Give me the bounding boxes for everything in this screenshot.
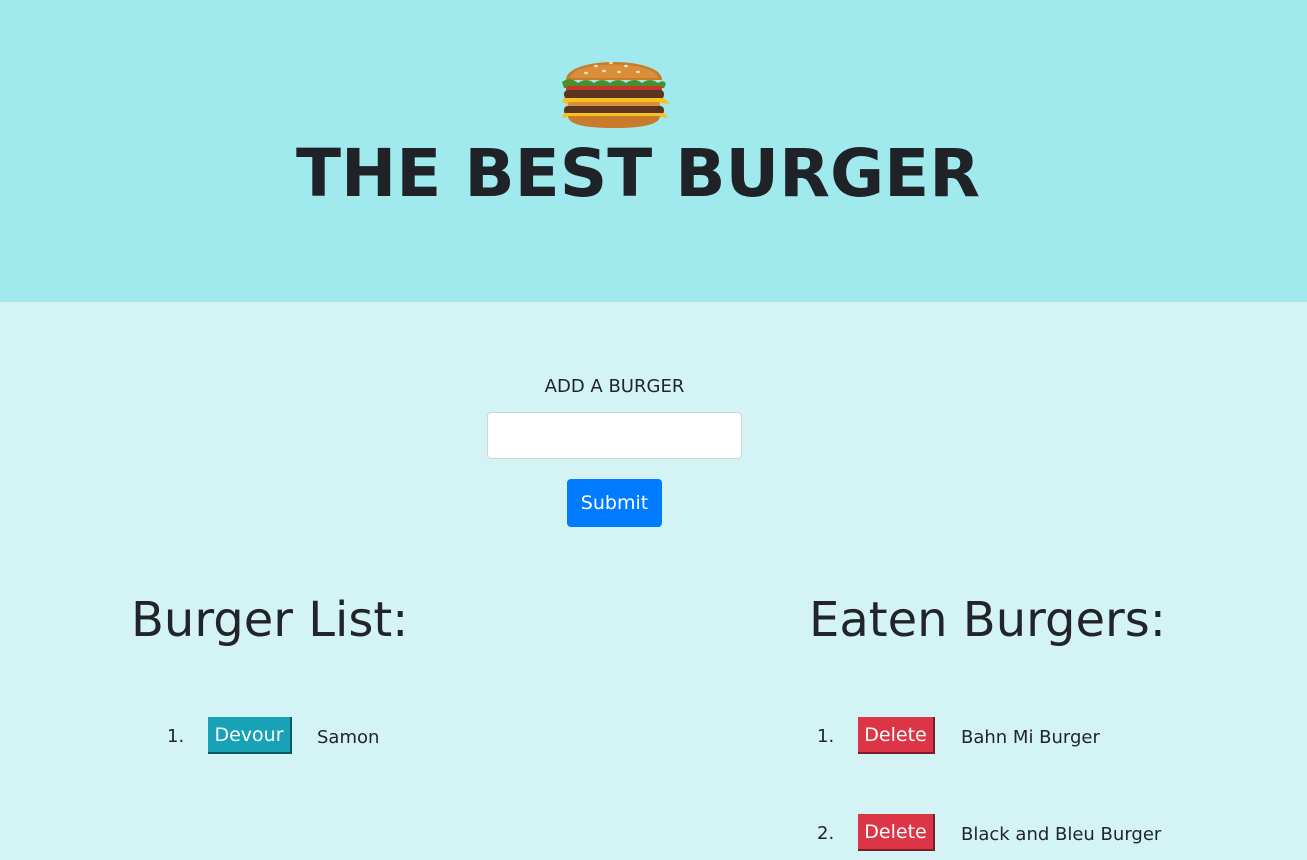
delete-button[interactable]: Delete [858, 717, 935, 754]
burger-icon [562, 61, 670, 128]
burger-name: Samon [317, 727, 380, 748]
submit-button[interactable]: Submit [567, 479, 662, 527]
devour-button[interactable]: Devour [208, 717, 292, 754]
burger-name-input[interactable] [487, 412, 742, 459]
list-item-number: 2. [817, 823, 835, 844]
page-title: THE BEST BURGER [296, 135, 981, 212]
list-item-number: 1. [817, 726, 835, 747]
add-burger-label: ADD A BURGER [544, 376, 685, 397]
burger-list-heading: Burger List: [131, 592, 409, 648]
list-item-number: 1. [167, 726, 185, 747]
eaten-burgers-heading: Eaten Burgers: [809, 592, 1166, 648]
burger-name: Black and Bleu Burger [961, 824, 1162, 845]
burger-name: Bahn Mi Burger [961, 727, 1100, 748]
header-jumbotron: THE BEST BURGER [0, 0, 1307, 302]
delete-button[interactable]: Delete [858, 814, 935, 851]
